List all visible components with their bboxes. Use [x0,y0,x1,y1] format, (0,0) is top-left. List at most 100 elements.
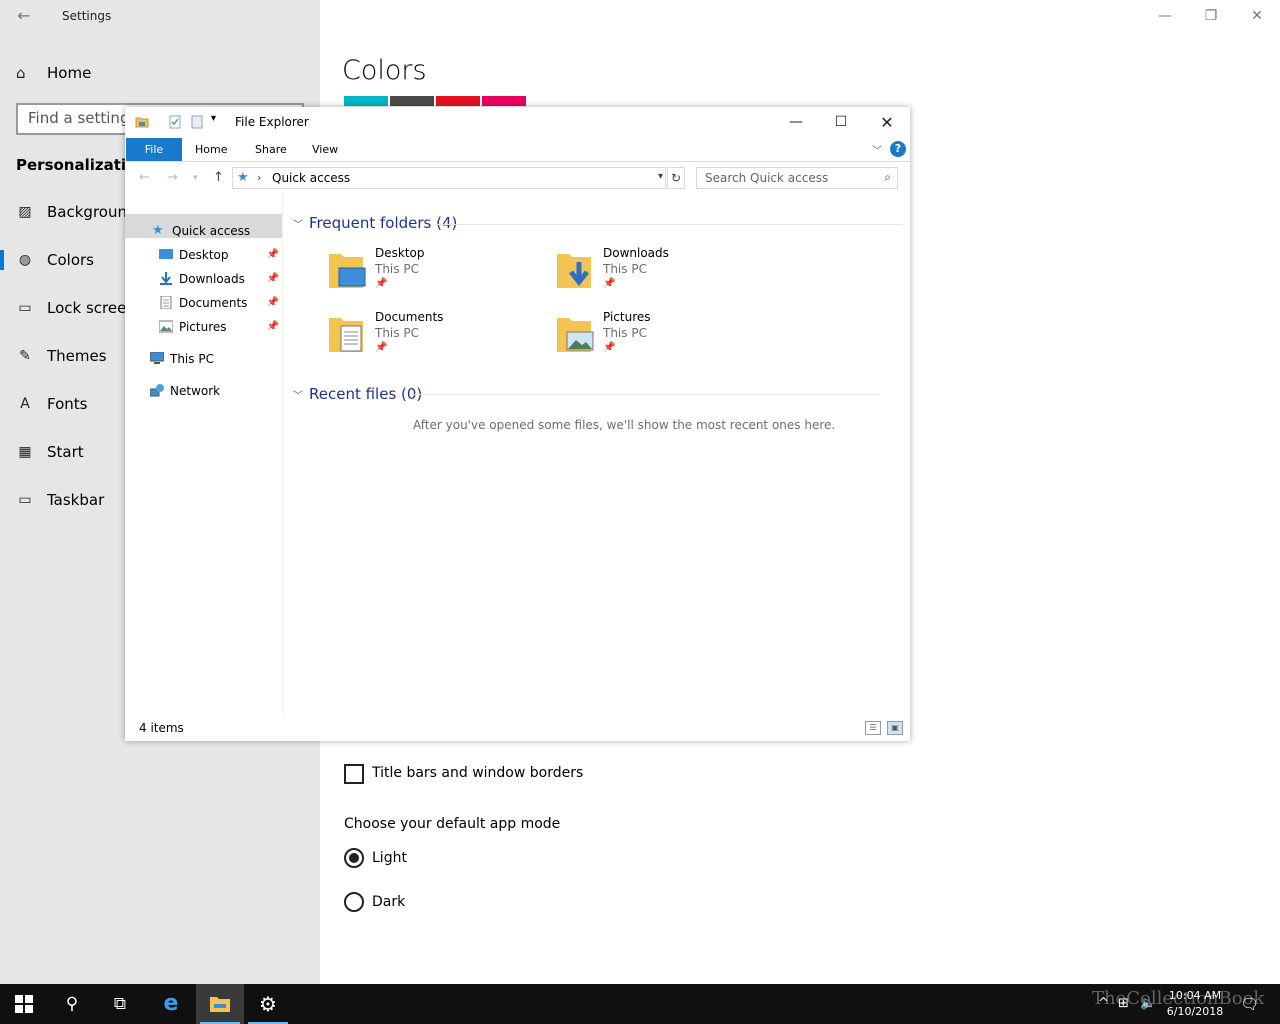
search-quick-access-input[interactable]: Search Quick access ⌕ [696,167,898,189]
help-icon[interactable]: ? [890,141,906,157]
new-folder-icon[interactable] [190,115,204,129]
nav-label: Pictures [179,320,227,334]
tab-view[interactable]: View [302,138,348,161]
back-arrow-icon[interactable]: ← [14,6,34,26]
folder-tile-documents[interactable]: Documents This PC 📌 [327,310,547,368]
divider [435,224,903,225]
frequent-folders-header[interactable]: ﹀ Frequent folders (4) [293,214,457,232]
refresh-icon[interactable]: ↻ [667,167,685,189]
app-mode-heading: Choose your default app mode [344,816,561,832]
folder-location: This PC [375,262,419,276]
folder-tile-downloads[interactable]: Downloads This PC 📌 [555,246,775,304]
large-icons-view-icon[interactable]: ▣ [887,721,903,735]
properties-icon[interactable] [168,115,182,129]
show-hidden-icons-icon[interactable]: ^ [1098,984,1109,1024]
nav-desktop[interactable]: Desktop 📌 [159,244,283,266]
home-nav-item[interactable]: ⌂ Home [16,60,91,86]
nav-documents[interactable]: Documents 📌 [159,292,283,314]
address-dropdown-icon[interactable]: ▾ [658,171,663,182]
nav-downloads[interactable]: Downloads 📌 [159,268,283,290]
search-icon[interactable]: ⚲ [48,984,96,1024]
nav-label: Documents [179,296,248,310]
start-icon[interactable] [0,984,48,1024]
minimize-icon[interactable]: — [1142,0,1188,32]
color-swatch[interactable] [390,96,434,106]
task-view-icon[interactable]: ⧉ [96,984,144,1024]
recent-locations-icon[interactable]: ▾ [193,173,198,183]
ribbon: File Home Share View ﹀ ? [125,138,910,162]
explorer-title: File Explorer [235,115,309,129]
nav-label: Quick access [172,224,251,238]
folder-tile-pictures[interactable]: Pictures This PC 📌 [555,310,775,368]
nav-this-pc[interactable]: This PC [150,348,282,370]
customize-toolbar-icon[interactable]: ▾ [211,113,225,127]
details-view-icon[interactable]: ☰ [865,721,881,735]
file-explorer-icon[interactable] [196,984,244,1024]
pin-icon[interactable]: 📌 [267,244,279,266]
desktop-icon [159,249,173,259]
tab-home[interactable]: Home [185,138,237,161]
restore-icon[interactable]: ❐ [1188,0,1234,32]
nav-label: Start [47,443,84,461]
taskbar: ⚲ ⧉ e ⚙ TheCollectionBook ^ ⊞ 🔈 10:04 AM… [0,984,1280,1024]
start-tiles-icon: ▦ [18,444,32,460]
nav-label: Fonts [47,395,88,413]
close-icon[interactable]: ✕ [1234,0,1280,32]
nav-network[interactable]: Network [150,380,282,402]
chevron-down-icon: ﹀ [293,391,303,402]
light-mode-radio[interactable] [344,848,364,868]
nav-quick-access[interactable]: ★ Quick access [152,220,282,242]
pictures-folder-icon [557,318,594,352]
folder-location: This PC [603,326,647,340]
back-icon[interactable]: ← [139,170,150,185]
pin-icon[interactable]: 📌 [267,292,279,314]
nav-pictures[interactable]: Pictures 📌 [159,316,283,338]
tab-file[interactable]: File [126,138,182,161]
download-arrow-icon [160,272,172,285]
settings-titlebar: ← Settings — ❐ ✕ [0,0,1280,32]
title-bars-checkbox[interactable] [344,764,364,784]
color-swatch[interactable] [436,96,480,106]
pin-icon: 📌 [375,342,388,353]
folder-name: Downloads [603,246,669,260]
forward-icon[interactable]: → [167,170,178,185]
brush-icon: ✎ [19,348,31,364]
clock[interactable]: 10:04 AM 6/10/2018 [1160,988,1230,1020]
dark-mode-label: Dark [372,894,406,910]
tab-share[interactable]: Share [245,138,297,161]
volume-icon[interactable]: 🔈 [1140,984,1156,1024]
address-path[interactable]: Quick access [272,171,350,185]
home-label: Home [47,64,92,82]
expand-ribbon-icon[interactable]: ﹀ [872,142,882,157]
pin-icon[interactable]: 📌 [267,316,279,338]
recent-files-header[interactable]: ﹀ Recent files (0) [293,385,422,403]
internet-explorer-icon[interactable]: e [147,984,195,1024]
folder-tile-desktop[interactable]: Desktop This PC 📌 [327,246,547,304]
title-bars-label: Title bars and window borders [372,765,584,781]
up-icon[interactable]: ↑ [213,170,224,185]
nav-label: Background [47,203,137,221]
explorer-close-icon[interactable]: ✕ [864,107,910,138]
nav-label: Taskbar [47,491,105,509]
settings-gear-icon[interactable]: ⚙ [244,984,292,1024]
color-swatch[interactable] [344,96,388,106]
dark-mode-radio[interactable] [344,892,364,912]
action-center-icon[interactable]: 🗨 [1240,984,1259,1024]
folder-name: Desktop [375,246,425,260]
taskbar-icon: ▭ [18,492,32,508]
folder-location: This PC [603,262,647,276]
status-bar: 4 items ☰ ▣ [125,716,910,741]
color-swatch[interactable] [482,96,526,106]
downloads-folder-icon [557,254,591,288]
explorer-maximize-icon[interactable]: ☐ [818,107,864,138]
network-tray-icon[interactable]: ⊞ [1118,984,1129,1024]
chevron-down-icon: ﹀ [293,220,303,231]
pin-icon[interactable]: 📌 [267,268,279,290]
nav-label: Desktop [179,248,229,262]
breadcrumb-separator-icon[interactable]: › [257,171,261,184]
nav-label: Colors [47,251,94,269]
address-bar[interactable]: ★ › Quick access ▾ [232,167,666,189]
quick-access-star-icon: ★ [237,170,249,185]
clock-time: 10:04 AM [1168,989,1222,1002]
explorer-minimize-icon[interactable]: — [773,107,819,138]
